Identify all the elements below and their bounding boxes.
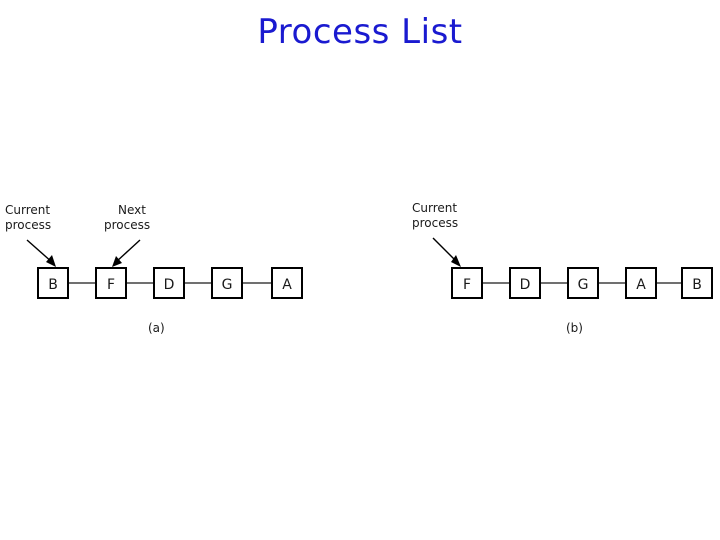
- arrow-current-process-icon: [432, 237, 461, 267]
- process-node-a[interactable]: A: [625, 267, 657, 299]
- process-node-f[interactable]: F: [95, 267, 127, 299]
- figure-b-graphic: Current process F D G A B: [412, 201, 713, 299]
- process-node-label: F: [107, 277, 115, 293]
- figure-b: Current process F D G A B: [395, 190, 720, 350]
- process-node-a[interactable]: A: [271, 267, 303, 299]
- page-title: Process List: [257, 12, 463, 52]
- annotation-current-process-line2: process: [412, 216, 458, 230]
- process-node-label: B: [692, 277, 702, 293]
- process-node-d[interactable]: D: [153, 267, 185, 299]
- annotation-current-process-line1: Current: [5, 203, 50, 217]
- process-node-b[interactable]: B: [681, 267, 713, 299]
- process-node-g[interactable]: G: [567, 267, 599, 299]
- process-node-label: G: [578, 277, 589, 293]
- process-node-label: G: [222, 277, 233, 293]
- process-node-g[interactable]: G: [211, 267, 243, 299]
- arrow-next-process-icon: [112, 239, 141, 267]
- process-node-label: A: [282, 277, 292, 293]
- process-node-label: F: [463, 277, 471, 293]
- slide-canvas: Process List Current process Next proces…: [0, 0, 720, 540]
- process-node-f[interactable]: F: [451, 267, 483, 299]
- process-node-b[interactable]: B: [37, 267, 69, 299]
- process-node-d[interactable]: D: [509, 267, 541, 299]
- process-node-label: B: [48, 277, 58, 293]
- figure-a: Current process Next process B F D G A: [0, 190, 330, 350]
- process-node-label: A: [636, 277, 646, 293]
- figure-b-caption: (b): [566, 321, 583, 335]
- process-node-label: D: [164, 277, 175, 293]
- arrow-current-process-icon: [26, 239, 56, 267]
- annotation-current-process-line1: Current: [412, 201, 457, 215]
- annotation-next-process-line1: Next: [118, 203, 146, 217]
- figure-a-graphic: Current process Next process B F D G A: [5, 203, 303, 299]
- figure-a-caption: (a): [148, 321, 165, 335]
- annotation-current-process-line2: process: [5, 218, 51, 232]
- process-node-label: D: [520, 277, 531, 293]
- annotation-next-process-line2: process: [104, 218, 150, 232]
